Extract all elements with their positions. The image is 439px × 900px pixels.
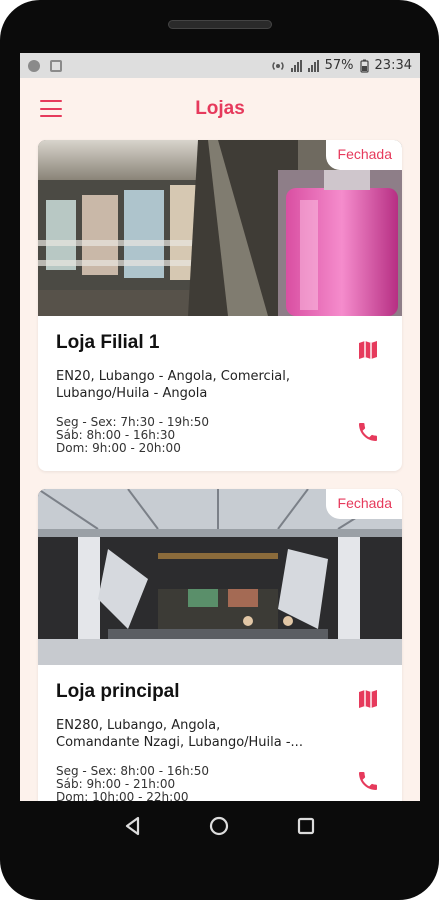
store-name: Loja principal [56,681,180,702]
signal-icon [290,59,302,72]
store-card[interactable]: Fechada Loja principal EN280, Lubango, A… [38,489,402,801]
store-card[interactable]: Fechada Loja Filial 1 EN20, Lubango - An… [38,140,402,471]
store-address-line: Comandante Nzagi, Lubango/Huila -... [56,735,303,750]
store-name: Loja Filial 1 [56,332,160,353]
store-photo: Fechada [38,489,402,665]
signal-icon [307,59,319,72]
app-screen: 57% 23:34 Lojas Fechada Loja Filial 1 EN… [20,53,420,801]
home-circle-icon[interactable] [207,814,231,838]
store-address: EN280, Lubango, Angola, Comandante Nzagi… [56,717,356,751]
recents-square-icon[interactable] [294,814,318,838]
clock: 23:34 [374,58,412,73]
notification-square-icon [50,59,62,72]
store-address: EN20, Lubango - Angola, Comercial, Luban… [56,368,356,402]
back-triangle-icon[interactable] [121,814,145,838]
hours-sunday: Dom: 9h:00 - 20h:00 [56,441,181,455]
system-nav-bar [0,801,439,851]
store-address-line: EN280, Lubango, Angola, [56,718,221,733]
store-photo: Fechada [38,140,402,316]
phone-icon[interactable] [356,420,380,444]
notification-dot-icon [28,59,40,72]
status-badge: Fechada [325,489,402,519]
hotspot-icon [272,61,284,70]
battery-icon [359,59,369,73]
opening-hours: Seg - Sex: 7h:30 - 19h:50 Sáb: 8h:00 - 1… [56,416,384,455]
status-badge: Fechada [325,140,402,170]
phone-frame: 57% 23:34 Lojas Fechada Loja Filial 1 EN… [0,0,439,900]
app-bar: Lojas [20,78,420,140]
store-address-line: Lubango/Huila - Angola [56,386,208,401]
map-icon[interactable] [356,338,380,362]
battery-percent: 57% [324,58,354,73]
opening-hours: Seg - Sex: 8h:00 - 16h:50 Sáb: 9h:00 - 2… [56,765,384,802]
store-details: Loja Filial 1 EN20, Lubango - Angola, Co… [38,316,402,471]
page-title: Lojas [195,98,245,119]
map-icon[interactable] [356,687,380,711]
phone-icon[interactable] [356,769,380,793]
hamburger-menu-icon[interactable] [40,100,62,117]
store-details: Loja principal EN280, Lubango, Angola, C… [38,665,402,801]
store-list: Fechada Loja Filial 1 EN20, Lubango - An… [20,140,420,801]
hours-sunday: Dom: 10h:00 - 22h:00 [56,790,189,802]
status-bar: 57% 23:34 [20,53,420,78]
store-address-line: EN20, Lubango - Angola, Comercial, [56,369,291,384]
speaker-grille [168,20,272,29]
